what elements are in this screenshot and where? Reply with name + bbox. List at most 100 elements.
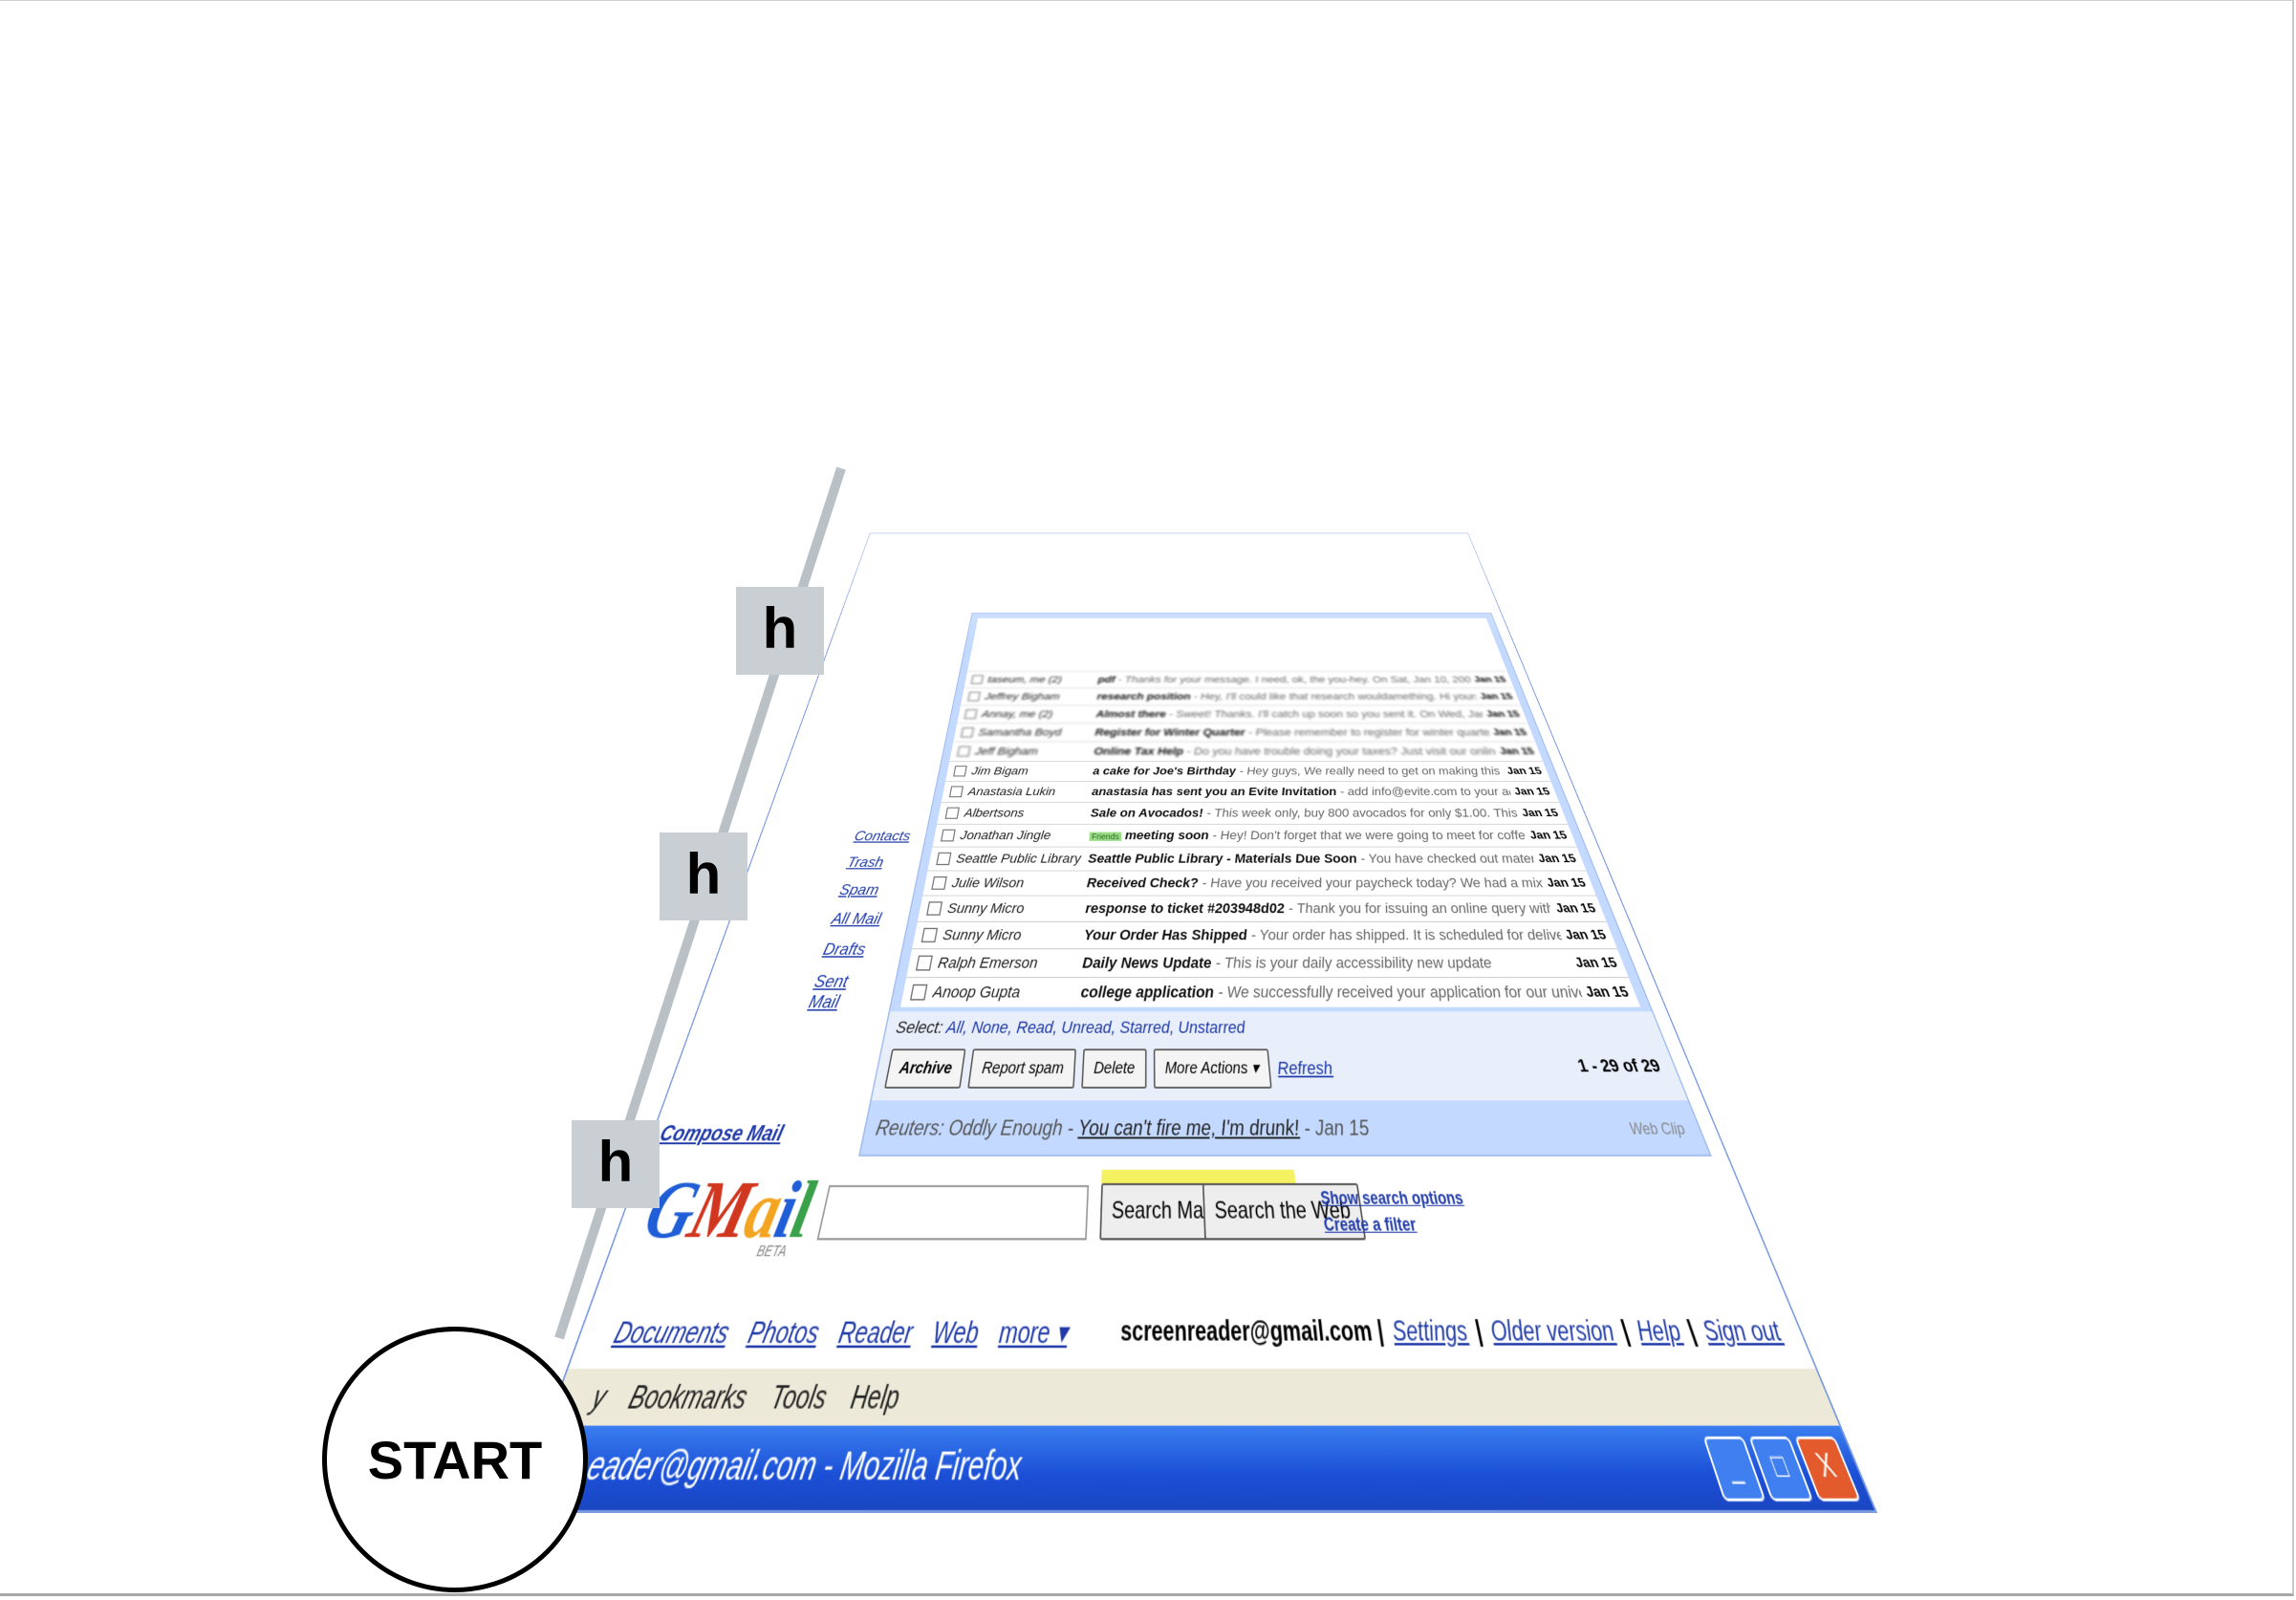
nav-photos[interactable]: Photos	[745, 1314, 823, 1351]
nav-more[interactable]: more ▾	[998, 1314, 1069, 1351]
email-checkbox[interactable]	[961, 727, 974, 737]
email-checkbox[interactable]	[957, 746, 970, 757]
main-area: Contacts Trash Spam All Mail Drafts Sent…	[858, 613, 1712, 1157]
email-sender: Annay, me (2)	[981, 708, 1096, 720]
email-checkbox[interactable]	[936, 853, 951, 865]
email-subject-line: Received Check? - Have you received your…	[1086, 876, 1545, 892]
email-checkbox[interactable]	[931, 876, 947, 890]
email-sender: Jeff Bigham	[974, 746, 1094, 758]
email-checkbox[interactable]	[944, 808, 960, 819]
email-subject-line: a cake for Joe's Birthday - Hey guys, We…	[1093, 765, 1505, 777]
window-titlebar: eader@gmail.com - Mozilla Firefox _ □ X	[517, 1426, 1874, 1510]
email-row[interactable]: Sunny Micro Your Order Has Shipped - Your…	[912, 921, 1617, 948]
web-clip: Reuters: Oddly Enough - You can't fire m…	[860, 1104, 1709, 1155]
email-date: Jan 15	[1524, 829, 1575, 841]
help-link[interactable]: Help	[1633, 1316, 1685, 1349]
gmail-logo: GMail	[633, 1166, 821, 1259]
search-input[interactable]	[816, 1185, 1089, 1240]
nav-documents[interactable]: Documents	[610, 1314, 734, 1351]
email-subject: response to ticket #203948d02	[1085, 900, 1286, 917]
nav-reader[interactable]: Reader	[835, 1314, 915, 1351]
email-row[interactable]: Samantha Boyd Register for Winter Quarter…	[953, 723, 1535, 741]
show-search-options-link[interactable]: Show search options	[1319, 1185, 1465, 1211]
email-row[interactable]: Jeff Bigham Online Tax Help - Do you have…	[949, 742, 1543, 761]
email-row[interactable]: Ralph Emerson Daily News Update - This is…	[906, 948, 1628, 977]
email-subject: Almost there	[1095, 708, 1166, 719]
nav-trash[interactable]: Trash	[845, 854, 909, 871]
email-checkbox[interactable]	[949, 786, 964, 797]
compose-mail-link[interactable]: Compose Mail	[656, 1121, 786, 1147]
create-filter-link[interactable]: Create a filter	[1322, 1211, 1471, 1238]
email-row[interactable]: Albertsons Sale on Avocados! - This week …	[937, 802, 1568, 824]
email-subject: meeting soon	[1125, 829, 1209, 843]
menu-bookmarks[interactable]: Bookmarks	[621, 1369, 753, 1426]
email-sender: Anoop Gupta	[931, 983, 1081, 1002]
select-options[interactable]: All, None, Read, Unread, Starred, Unstar…	[945, 1018, 1246, 1037]
delete-button[interactable]: Delete	[1081, 1049, 1146, 1088]
email-checkbox[interactable]	[916, 956, 933, 971]
email-row[interactable]: Anoop Gupta college application - We succ…	[900, 977, 1640, 1006]
email-date: Jan 15	[1540, 876, 1594, 891]
email-row[interactable]: Jim Bigam a cake for Joe's Birthday - Hey…	[945, 761, 1550, 781]
search-row: GMail BETA Search Mail Search the Web Sh…	[605, 1157, 1774, 1268]
browser-menubar: y Bookmarks Tools Help	[548, 1369, 1839, 1426]
email-sender: Sunny Micro	[942, 926, 1085, 943]
dropdown-arrow-icon: ▾	[1251, 1059, 1260, 1077]
email-sender: Jonathan Jingle	[959, 829, 1090, 843]
email-checkbox[interactable]	[967, 692, 981, 702]
email-checkbox[interactable]	[910, 984, 928, 1001]
email-checkbox[interactable]	[964, 709, 978, 719]
email-snippet: - This is your daily accessibility new u…	[1211, 954, 1494, 971]
email-row[interactable]: Annay, me (2) Almost there - Sweet! Thank…	[957, 705, 1527, 724]
nav-contacts[interactable]: Contacts	[853, 829, 915, 844]
email-subject: research position	[1096, 691, 1190, 702]
menu-tools[interactable]: Tools	[765, 1369, 832, 1426]
email-checkbox[interactable]	[926, 901, 942, 916]
email-checkbox[interactable]	[921, 928, 939, 942]
refresh-link[interactable]: Refresh	[1276, 1058, 1333, 1079]
email-checkbox[interactable]	[971, 675, 984, 683]
email-row[interactable]: Julie Wilson Received Check? - Have you r…	[922, 871, 1595, 896]
email-sender: Julie Wilson	[951, 876, 1088, 892]
email-subject: a cake for Joe's Birthday	[1093, 765, 1236, 777]
email-subject-line: Friends meeting soon - Hey! Don't forget …	[1089, 829, 1527, 843]
email-checkbox[interactable]	[953, 766, 967, 776]
email-date: Jan 15	[1475, 692, 1519, 702]
email-row[interactable]: Anastasia Lukin anastasia has sent you an…	[942, 781, 1559, 802]
email-snippet: - Thank you for issuing an online query …	[1284, 900, 1554, 917]
web-clip-headline[interactable]: You can't fire me, I'm drunk!	[1077, 1116, 1300, 1140]
email-row[interactable]: taseum, me (2) pdf - Thanks for your mess…	[964, 671, 1514, 687]
menu-history[interactable]: y	[584, 1369, 615, 1426]
menu-help[interactable]: Help	[846, 1369, 903, 1426]
nav-spam[interactable]: Spam	[837, 882, 903, 899]
report-spam-button[interactable]: Report spam	[967, 1049, 1075, 1088]
email-date: Jan 15	[1568, 955, 1626, 971]
email-sender: Jeffrey Bigham	[984, 691, 1097, 702]
email-row[interactable]: Jonathan Jingle Friends meeting soon - Hey…	[932, 824, 1576, 847]
email-sender: Albertsons	[964, 806, 1092, 820]
gmail-top-nav: Documents Photos Reader Web more ▾ scree…	[569, 1300, 1814, 1367]
sign-out-link[interactable]: Sign out	[1699, 1316, 1787, 1349]
email-subject: Seattle Public Library - Materials Due S…	[1088, 852, 1358, 866]
email-snippet: - This week only, buy 800 avocados for o…	[1202, 806, 1520, 819]
email-sender: Ralph Emerson	[937, 954, 1083, 972]
nav-drafts[interactable]: Drafts	[821, 941, 891, 960]
nav-sent-mail[interactable]: Sent Mail	[806, 972, 883, 1013]
archive-button[interactable]: Archive	[884, 1049, 966, 1088]
email-subject: college application	[1080, 983, 1214, 1001]
nav-all-mail[interactable]: All Mail	[830, 910, 898, 928]
start-marker: START	[322, 1327, 588, 1592]
email-subject: Online Tax Help	[1094, 746, 1183, 757]
more-actions-label: More Actions	[1165, 1059, 1248, 1077]
settings-link[interactable]: Settings	[1390, 1316, 1470, 1349]
email-subject-line: pdf - Thanks for your message. I need, o…	[1097, 675, 1472, 685]
older-version-link[interactable]: Older version	[1487, 1316, 1618, 1349]
email-subject: pdf	[1097, 675, 1115, 685]
more-actions-select[interactable]: More Actions ▾	[1154, 1049, 1272, 1088]
email-checkbox[interactable]	[941, 830, 956, 842]
email-row[interactable]: Sunny Micro response to ticket #203948d02…	[918, 896, 1607, 921]
email-row[interactable]: Seattle Public Library Seattle Public Lib…	[928, 847, 1587, 871]
email-date: Jan 15	[1515, 807, 1566, 819]
email-row[interactable]: Jeffrey Bigham research position - Hey, I…	[961, 688, 1521, 705]
nav-web[interactable]: Web	[931, 1314, 981, 1351]
